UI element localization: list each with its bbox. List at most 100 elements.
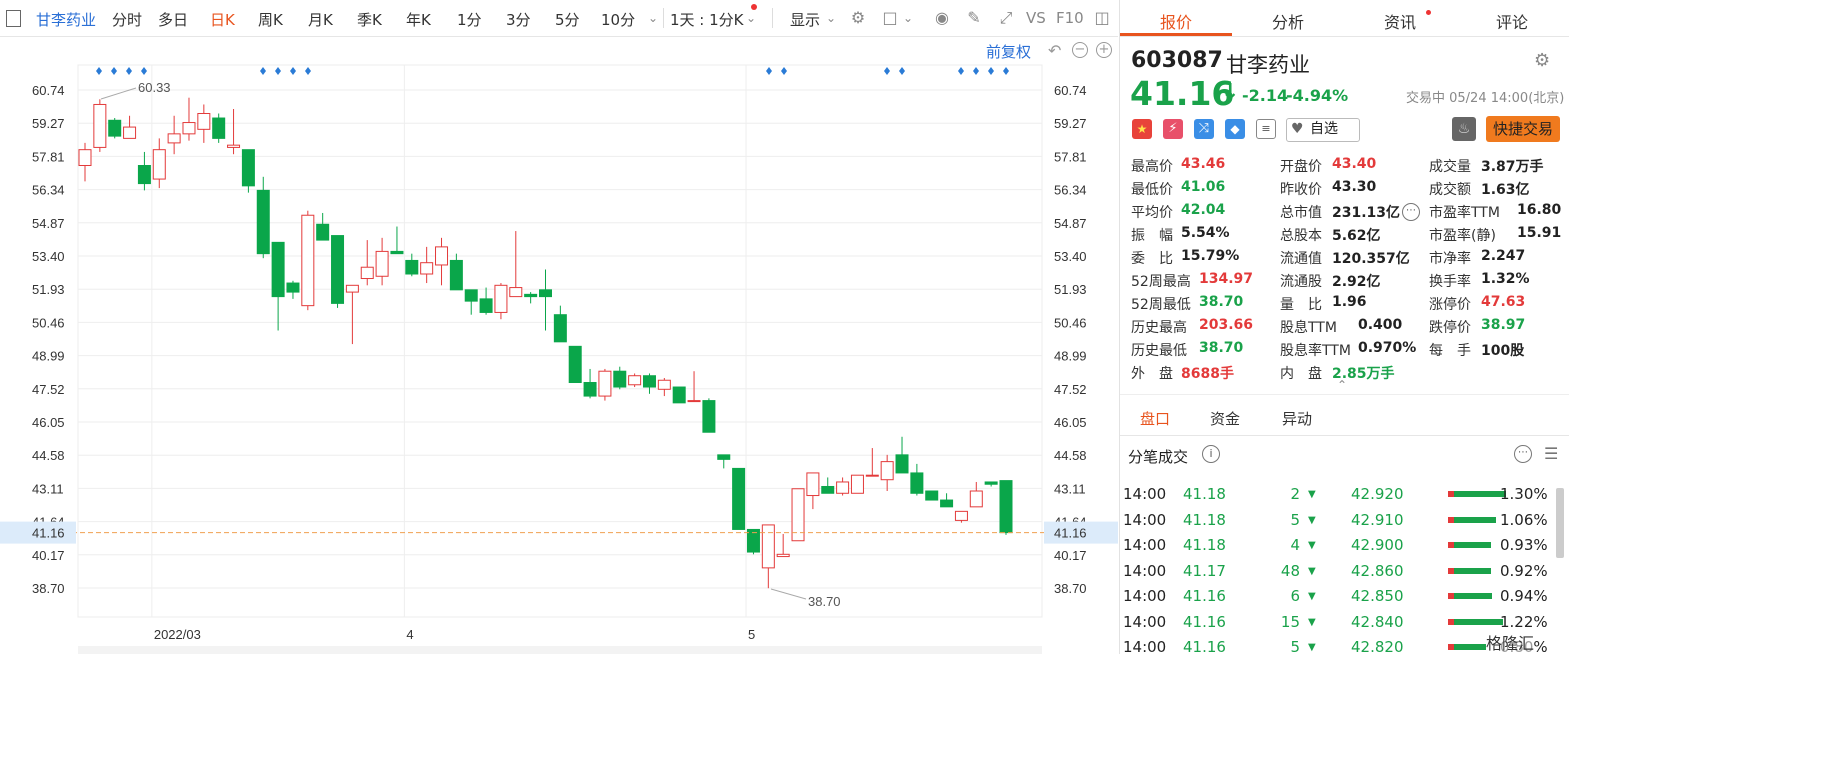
candle-up[interactable] bbox=[345, 284, 359, 293]
period-yearly-k[interactable]: 年K bbox=[406, 9, 431, 30]
event-marker[interactable] bbox=[958, 67, 964, 75]
candle-down[interactable] bbox=[464, 289, 478, 302]
zoom-out-icon[interactable]: − bbox=[1072, 42, 1088, 58]
candle-down[interactable] bbox=[895, 454, 909, 474]
candle-up[interactable] bbox=[880, 461, 894, 481]
event-marker[interactable] bbox=[899, 67, 905, 75]
candle-down[interactable] bbox=[212, 117, 226, 139]
panel-toggle-icon[interactable]: ◫ bbox=[1092, 8, 1112, 28]
undo-icon[interactable]: ↶ bbox=[1048, 41, 1061, 60]
tab-comments[interactable]: 评论 bbox=[1496, 9, 1528, 33]
candle-up[interactable] bbox=[628, 375, 642, 386]
candle-down[interactable] bbox=[672, 386, 686, 404]
candle-up[interactable] bbox=[776, 553, 790, 558]
event-marker[interactable] bbox=[988, 67, 994, 75]
ticks-list[interactable]: 14:00 41.18 2 ▼ 42.920 1.30% 14:00 41.18 5 ▼ 42.91… bbox=[1120, 466, 1569, 654]
event-marker[interactable] bbox=[305, 67, 311, 75]
candle-up[interactable] bbox=[123, 126, 137, 139]
candle-down[interactable] bbox=[999, 480, 1013, 534]
range-scroller[interactable] bbox=[78, 646, 1042, 654]
event-marker[interactable] bbox=[260, 67, 266, 75]
period-quarterly-k[interactable]: 季K bbox=[357, 9, 382, 30]
candle-up[interactable] bbox=[865, 474, 879, 477]
tab-anomaly[interactable]: 异动 bbox=[1282, 408, 1312, 429]
list-icon[interactable]: ☰ bbox=[1544, 444, 1558, 463]
candle-up[interactable] bbox=[494, 284, 508, 313]
candle-down[interactable] bbox=[390, 250, 404, 255]
event-marker[interactable] bbox=[290, 67, 296, 75]
candle-down[interactable] bbox=[613, 370, 627, 388]
candle-down[interactable] bbox=[910, 472, 924, 494]
display-menu[interactable]: 显示 bbox=[790, 9, 820, 30]
settings-gear-icon[interactable]: ⚙ bbox=[1534, 50, 1550, 71]
tab-quote[interactable]: 报价 bbox=[1160, 9, 1192, 33]
period-10min[interactable]: 10分 bbox=[601, 9, 635, 30]
candle-down[interactable] bbox=[137, 165, 151, 185]
candle-down[interactable] bbox=[241, 149, 255, 187]
sidebar-toggle-icon[interactable] bbox=[6, 10, 21, 27]
candle-up[interactable] bbox=[761, 524, 775, 569]
chevron-up-icon[interactable]: ⌃ bbox=[1337, 378, 1347, 392]
add-watchlist-button[interactable]: ♥ 自选 bbox=[1286, 118, 1360, 142]
fast-trade-button[interactable]: 快捷交易 bbox=[1486, 116, 1560, 142]
candle-down[interactable] bbox=[717, 454, 731, 460]
candle-down[interactable] bbox=[940, 499, 954, 508]
candle-up[interactable] bbox=[435, 246, 449, 266]
fullscreen-icon[interactable]: ⤢ bbox=[996, 8, 1016, 28]
candle-down[interactable] bbox=[479, 298, 493, 313]
candle-up[interactable] bbox=[301, 214, 315, 307]
candle-up[interactable] bbox=[420, 262, 434, 275]
bell-icon[interactable]: ♨ bbox=[1452, 117, 1476, 141]
candle-up[interactable] bbox=[182, 122, 196, 135]
range-selector[interactable]: 1天 : 1分K bbox=[670, 9, 744, 30]
chevron-down-icon[interactable]: ⌄ bbox=[903, 11, 913, 25]
event-marker[interactable] bbox=[781, 67, 787, 75]
period-fenshi[interactable]: 分时 bbox=[112, 9, 142, 30]
candle-down[interactable] bbox=[449, 259, 463, 291]
candle-down[interactable] bbox=[286, 282, 300, 293]
candle-up[interactable] bbox=[657, 379, 671, 390]
event-marker[interactable] bbox=[1003, 67, 1009, 75]
candle-up[interactable] bbox=[687, 400, 701, 403]
candle-down[interactable] bbox=[405, 259, 419, 275]
candle-down[interactable] bbox=[821, 485, 835, 494]
zoom-in-icon[interactable]: + bbox=[1096, 42, 1112, 58]
f10-button[interactable]: F10 bbox=[1056, 9, 1084, 27]
period-weekly-k[interactable]: 周K bbox=[258, 9, 283, 30]
tab-fund-flow[interactable]: 资金 bbox=[1210, 408, 1240, 429]
scrollbar-thumb[interactable] bbox=[1556, 488, 1564, 558]
candle-up[interactable] bbox=[78, 149, 92, 167]
candle-up[interactable] bbox=[227, 144, 241, 148]
settings-gear-icon[interactable]: ⚙ bbox=[848, 8, 868, 28]
event-marker[interactable] bbox=[275, 67, 281, 75]
candle-up[interactable] bbox=[969, 490, 983, 508]
chevron-down-icon[interactable]: ⌄ bbox=[746, 11, 756, 25]
more-icon[interactable]: ⋯ bbox=[1514, 445, 1532, 463]
info-icon[interactable]: i bbox=[1202, 445, 1220, 463]
candle-down[interactable] bbox=[524, 293, 538, 298]
candle-up[interactable] bbox=[509, 287, 523, 298]
tab-order-book[interactable]: 盘口 bbox=[1140, 408, 1170, 429]
candle-up[interactable] bbox=[152, 149, 166, 180]
candle-down[interactable] bbox=[702, 400, 716, 433]
candle-up[interactable] bbox=[836, 481, 850, 494]
candle-down[interactable] bbox=[271, 241, 285, 298]
kline-chart-area[interactable]: 60.74 60.74 59.27 59.27 57.81 57.81 56.34 56.34… bbox=[0, 37, 1118, 654]
more-icon[interactable]: ⋯ bbox=[1402, 203, 1420, 221]
candle-down[interactable] bbox=[984, 481, 998, 485]
candle-down[interactable] bbox=[331, 235, 345, 304]
event-marker[interactable] bbox=[973, 67, 979, 75]
candle-up[interactable] bbox=[598, 370, 612, 397]
event-marker[interactable] bbox=[141, 67, 147, 75]
period-monthly-k[interactable]: 月K bbox=[308, 9, 333, 30]
event-marker[interactable] bbox=[96, 67, 102, 75]
event-marker[interactable] bbox=[126, 67, 132, 75]
candle-down[interactable] bbox=[108, 119, 122, 137]
candle-down[interactable] bbox=[568, 345, 582, 384]
candle-down[interactable] bbox=[583, 382, 597, 397]
candle-up[interactable] bbox=[375, 250, 389, 277]
square-icon[interactable]: □ bbox=[880, 8, 900, 28]
period-5min[interactable]: 5分 bbox=[555, 9, 580, 30]
candle-down[interactable] bbox=[925, 490, 939, 501]
event-marker[interactable] bbox=[766, 67, 772, 75]
